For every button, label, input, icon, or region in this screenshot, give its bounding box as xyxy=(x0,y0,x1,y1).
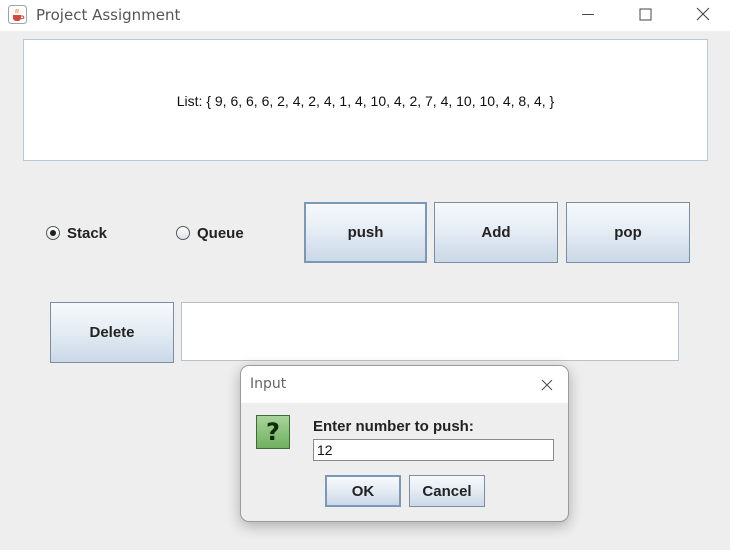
push-button[interactable]: push xyxy=(304,202,427,263)
stack-radio-label: Stack xyxy=(67,224,108,242)
add-button[interactable]: Add xyxy=(434,202,558,263)
java-cup-icon xyxy=(8,5,27,24)
close-window-button[interactable] xyxy=(680,0,726,29)
dialog-title: Input xyxy=(250,376,287,392)
close-icon xyxy=(696,7,710,21)
dialog-close-button[interactable] xyxy=(537,375,557,395)
dialog-titlebar[interactable]: Input xyxy=(241,366,568,403)
window-titlebar[interactable]: Project Assignment xyxy=(0,0,730,31)
delete-button[interactable]: Delete xyxy=(50,302,174,363)
window-title: Project Assignment xyxy=(36,6,181,24)
maximize-button[interactable] xyxy=(622,0,668,29)
queue-radio-label: Queue xyxy=(197,224,244,242)
maximize-icon xyxy=(639,8,652,21)
minimize-icon xyxy=(582,14,594,15)
input-dialog: Input ? Enter number to push: 12 OK Canc… xyxy=(240,365,569,522)
minimize-button[interactable] xyxy=(565,0,611,29)
radio-checked-icon xyxy=(46,226,60,240)
dialog-prompt: Enter number to push: xyxy=(313,418,474,435)
close-icon xyxy=(541,379,553,391)
list-text: List: { 9, 6, 6, 6, 2, 4, 2, 4, 1, 4, 10… xyxy=(176,93,555,109)
radio-unchecked-icon xyxy=(176,226,190,240)
ok-button[interactable]: OK xyxy=(325,475,401,507)
question-icon: ? xyxy=(256,415,290,449)
queue-radio[interactable]: Queue xyxy=(176,223,244,243)
number-input[interactable]: 12 xyxy=(313,439,554,461)
list-display-panel: List: { 9, 6, 6, 6, 2, 4, 2, 4, 1, 4, 10… xyxy=(23,39,708,161)
pop-button[interactable]: pop xyxy=(566,202,690,263)
value-text-field[interactable] xyxy=(181,302,679,361)
stack-radio[interactable]: Stack xyxy=(46,223,107,243)
cancel-button[interactable]: Cancel xyxy=(409,475,485,507)
